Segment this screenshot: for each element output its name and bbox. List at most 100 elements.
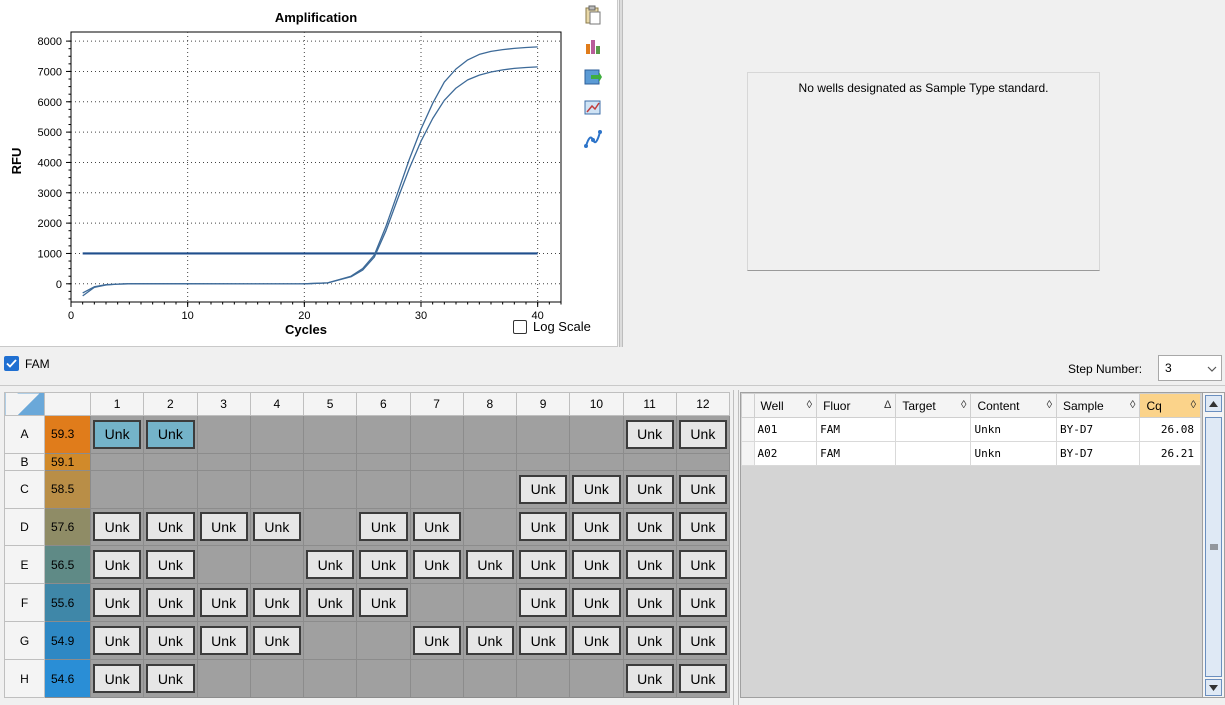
well-unknown-selected[interactable]: Unk — [146, 419, 195, 449]
plate-well[interactable] — [409, 452, 464, 471]
zoom-chart-icon[interactable] — [582, 97, 604, 119]
results-cell[interactable]: BY-D7 — [1055, 441, 1141, 466]
plate-row-header[interactable]: A — [4, 415, 45, 454]
scroll-down-icon[interactable] — [1205, 679, 1222, 696]
scroll-up-icon[interactable] — [1205, 395, 1222, 412]
well-unknown[interactable]: Unk — [252, 588, 301, 618]
well-unknown[interactable]: Unk — [625, 588, 674, 618]
well-unknown[interactable]: Unk — [146, 550, 195, 580]
results-scrollbar[interactable] — [1202, 393, 1224, 697]
well-unknown[interactable]: Unk — [359, 512, 408, 542]
sort-icon[interactable]: Δ — [884, 399, 891, 411]
plate-well[interactable] — [302, 659, 358, 698]
well-unknown[interactable]: Unk — [678, 419, 727, 449]
well-unknown-selected[interactable]: Unk — [93, 419, 142, 449]
well-unknown[interactable]: Unk — [678, 512, 727, 542]
plate-column-header[interactable]: 9 — [515, 392, 571, 416]
plate-well[interactable]: Unk — [569, 469, 624, 509]
plate-column-header[interactable]: 12 — [675, 392, 731, 416]
plate-well[interactable]: Unk — [356, 583, 411, 623]
well-unknown[interactable]: Unk — [93, 588, 142, 618]
plate-column-header[interactable]: 2 — [143, 392, 198, 416]
plate-well[interactable] — [569, 415, 624, 454]
well-unknown[interactable]: Unk — [199, 626, 248, 656]
plate-well[interactable]: Unk — [622, 583, 677, 623]
plate-well[interactable] — [675, 452, 731, 471]
plate-well[interactable]: Unk — [515, 545, 571, 585]
plate-well[interactable] — [356, 621, 411, 661]
plate-well[interactable]: Unk — [462, 545, 518, 585]
plate-well[interactable]: Unk — [409, 621, 464, 661]
plate-column-header[interactable]: 3 — [196, 392, 251, 416]
log-scale-checkbox[interactable]: Log Scale — [513, 319, 591, 334]
copy-clipboard-icon[interactable] — [582, 4, 604, 26]
plate-well[interactable]: Unk — [462, 621, 518, 661]
results-row[interactable]: A01 FAM Unkn BY-D7 26.08 — [741, 417, 1201, 442]
checkmark-icon[interactable] — [4, 356, 19, 371]
well-unknown[interactable]: Unk — [146, 664, 195, 694]
well-unknown[interactable]: Unk — [678, 474, 727, 504]
plate-well[interactable]: Unk — [409, 545, 464, 585]
results-column-well[interactable]: Well ◊ — [753, 393, 818, 418]
plate-well[interactable]: Unk — [675, 545, 731, 585]
well-unknown[interactable]: Unk — [678, 588, 727, 618]
plate-well[interactable]: Unk — [89, 659, 145, 698]
amplification-chart[interactable]: 0 10 20 30 400100020003000400050006000700080… — [0, 0, 580, 345]
plate-well[interactable] — [462, 659, 518, 698]
plate-well[interactable] — [356, 415, 411, 454]
results-column-fluor[interactable]: Fluor Δ — [816, 393, 897, 418]
well-unknown[interactable]: Unk — [572, 474, 621, 504]
plate-row-header[interactable]: C — [4, 469, 45, 509]
plate-well[interactable] — [356, 469, 411, 509]
well-unknown[interactable]: Unk — [252, 512, 301, 542]
plate-well[interactable]: Unk — [515, 621, 571, 661]
plate-well[interactable] — [356, 452, 411, 471]
well-unknown[interactable]: Unk — [146, 512, 195, 542]
plate-well[interactable]: Unk — [622, 545, 677, 585]
plate-well[interactable] — [196, 469, 251, 509]
well-unknown[interactable]: Unk — [412, 550, 461, 580]
results-column-content[interactable]: Content ◊ — [970, 393, 1057, 418]
plate-well[interactable]: Unk — [675, 507, 731, 547]
well-unknown[interactable]: Unk — [306, 550, 355, 580]
results-cell[interactable]: A02 — [753, 441, 818, 466]
results-cell[interactable] — [895, 441, 972, 466]
plate-corner-cell[interactable] — [4, 392, 45, 416]
plate-well[interactable]: Unk — [89, 415, 145, 454]
plate-column-header[interactable]: 10 — [569, 392, 624, 416]
plate-well[interactable]: Unk — [569, 545, 624, 585]
plate-well[interactable]: Unk — [249, 507, 305, 547]
plate-well[interactable]: Unk — [569, 621, 624, 661]
well-unknown[interactable]: Unk — [625, 419, 674, 449]
plate-well[interactable]: Unk — [143, 583, 198, 623]
plate-well[interactable]: Unk — [622, 415, 677, 454]
well-unknown[interactable]: Unk — [519, 588, 568, 618]
plate-column-header[interactable]: 8 — [462, 392, 518, 416]
scrollbar-thumb[interactable] — [1205, 417, 1222, 677]
well-unknown[interactable]: Unk — [625, 512, 674, 542]
well-unknown[interactable]: Unk — [199, 512, 248, 542]
plate-well[interactable] — [249, 452, 305, 471]
well-unknown[interactable]: Unk — [625, 474, 674, 504]
well-unknown[interactable]: Unk — [93, 550, 142, 580]
results-cell[interactable]: 26.08 — [1139, 417, 1201, 442]
plate-well[interactable]: Unk — [622, 507, 677, 547]
plate-well[interactable]: Unk — [675, 469, 731, 509]
results-column-sample[interactable]: Sample ◊ — [1055, 393, 1141, 418]
plate-well[interactable]: Unk — [143, 415, 198, 454]
plate-well[interactable]: Unk — [622, 469, 677, 509]
plate-well[interactable]: Unk — [569, 583, 624, 623]
plate-well[interactable]: Unk — [196, 507, 251, 547]
well-unknown[interactable]: Unk — [519, 550, 568, 580]
plate-well[interactable] — [462, 452, 518, 471]
plate-well[interactable]: Unk — [569, 507, 624, 547]
plate-well[interactable]: Unk — [89, 545, 145, 585]
results-column-target[interactable]: Target ◊ — [895, 393, 972, 418]
plate-well[interactable]: Unk — [515, 507, 571, 547]
plate-row-header[interactable]: B — [4, 452, 45, 471]
plate-well[interactable] — [143, 469, 198, 509]
row-selector[interactable] — [741, 441, 755, 466]
plate-well[interactable] — [515, 415, 571, 454]
well-unknown[interactable]: Unk — [519, 512, 568, 542]
plate-well[interactable]: Unk — [143, 507, 198, 547]
